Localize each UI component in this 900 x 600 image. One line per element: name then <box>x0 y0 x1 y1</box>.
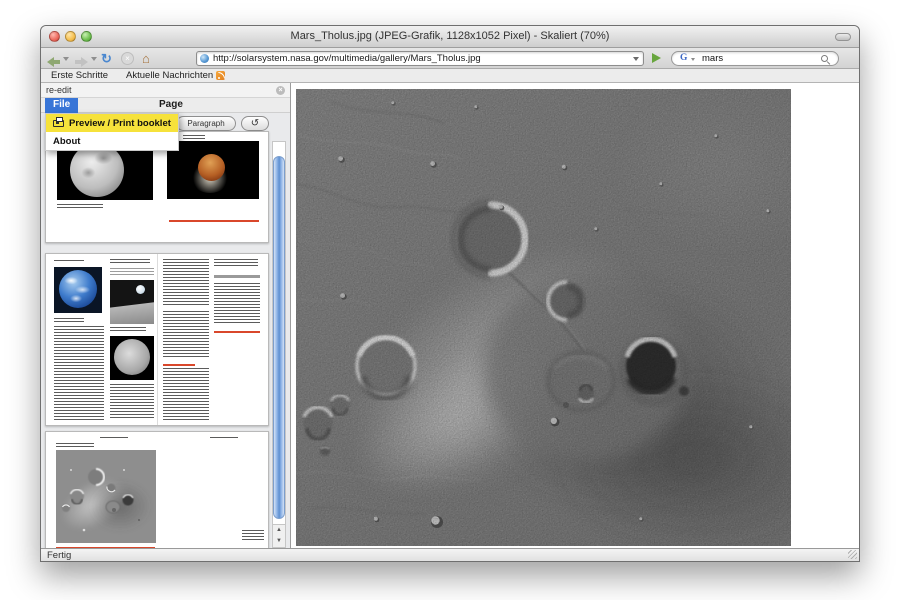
bookmarks-bar: Erste Schritte Aktuelle Nachrichten <box>41 69 859 83</box>
screen: Mars_Tholus.jpg (JPEG-Grafik, 1128x1052 … <box>0 0 900 600</box>
thumbnail-text-block <box>242 530 264 540</box>
booklet-page-2[interactable] <box>45 253 269 426</box>
printer-icon <box>53 120 64 127</box>
thumbnail-caption-text <box>54 318 84 322</box>
booklet-page-3[interactable] <box>45 431 269 548</box>
browser-window: Mars_Tholus.jpg (JPEG-Grafik, 1128x1052 … <box>40 25 860 562</box>
status-text: Fertig <box>47 550 71 561</box>
url-field[interactable]: http://solarsystem.nasa.gov/multimedia/g… <box>196 51 644 66</box>
thumbnail-caption-text <box>110 327 146 331</box>
search-input-value: mars <box>702 52 723 65</box>
red-rule <box>169 220 259 222</box>
thumbnail-caption-text <box>57 204 103 209</box>
scroll-down-arrow[interactable]: ▼ <box>273 536 285 547</box>
window-title: Mars_Tholus.jpg (JPEG-Grafik, 1128x1052 … <box>101 30 799 42</box>
title-bar: Mars_Tholus.jpg (JPEG-Grafik, 1128x1052 … <box>41 26 859 48</box>
search-field[interactable]: G mars <box>671 51 839 66</box>
resize-grip[interactable] <box>848 550 857 559</box>
forward-arrow-icon <box>75 54 88 64</box>
thumbnail-caption-text <box>56 443 94 447</box>
thumbnail-header-text <box>110 259 150 264</box>
red-rule <box>214 331 260 333</box>
url-history-dropdown-icon[interactable] <box>633 57 639 61</box>
sidebar-title: re-edit <box>46 85 72 95</box>
thumbnail-text-block <box>183 135 205 140</box>
red-text-rule <box>163 364 195 366</box>
menu-item-preview-print-booklet[interactable]: Preview / Print booklet <box>46 114 178 132</box>
menu-file[interactable]: File <box>45 98 78 113</box>
mars-thumb-svg <box>56 450 156 543</box>
thumbnail-header-text <box>214 259 258 267</box>
thumbnail-caption-text <box>54 260 84 263</box>
earth-photo <box>54 267 102 313</box>
earthrise-earth-image <box>136 285 145 294</box>
earth-image <box>59 270 97 308</box>
mars-tholus-image[interactable] <box>296 89 791 546</box>
bookmark-erste-schritte[interactable]: Erste Schritte <box>51 69 108 82</box>
go-button[interactable] <box>652 53 661 63</box>
sidebar-scrollbar-thumb[interactable] <box>273 156 285 519</box>
menu-page[interactable]: Page <box>153 98 189 113</box>
url-text: http://solarsystem.nasa.gov/multimedia/g… <box>213 52 629 65</box>
stop-icon: × <box>121 52 134 65</box>
sidebar-scrollbar-arrows: ▲ ▼ <box>272 524 286 548</box>
navigation-toolbar: ↻ × ⌂ http://solarsystem.nasa.gov/multim… <box>41 48 859 69</box>
forward-history-dropdown-icon[interactable] <box>91 57 97 61</box>
rss-feed-icon <box>216 71 225 80</box>
thumbnail-text-block <box>110 268 154 276</box>
forward-button[interactable] <box>75 51 97 66</box>
paragraph-button[interactable]: Paragraph <box>176 116 236 131</box>
back-button[interactable] <box>47 51 69 66</box>
thumbnail-text-block <box>163 368 209 420</box>
status-bar: Fertig <box>41 548 859 561</box>
lunar-eclipse-photo <box>167 141 259 199</box>
back-history-dropdown-icon[interactable] <box>63 57 69 61</box>
zoom-window-button[interactable] <box>81 31 92 42</box>
google-engine-icon: G <box>680 53 687 63</box>
lunar-horizon <box>110 302 154 324</box>
back-arrow-icon <box>47 54 60 64</box>
menu-item-about[interactable]: About <box>46 132 178 150</box>
thumbnail-header-text <box>210 437 238 440</box>
close-window-button[interactable] <box>49 31 60 42</box>
thumbnail-header-text <box>100 437 128 440</box>
reload-button[interactable]: ↻ <box>101 51 112 66</box>
sidebar-panel: re-edit × File Page Paragraph ↺ Preview … <box>41 83 291 548</box>
thumbnail-text-block <box>214 283 260 325</box>
mars-tholus-thumb-photo <box>56 450 156 543</box>
page-fold <box>157 254 158 425</box>
moon-photo-2 <box>110 336 154 380</box>
eclipse-moon-image <box>198 154 225 181</box>
site-globe-icon <box>200 54 209 63</box>
thumbnail-text-block <box>54 326 104 420</box>
toolbar-toggle-capsule[interactable] <box>835 33 851 41</box>
full-moon-image <box>70 143 124 197</box>
scroll-up-arrow[interactable]: ▲ <box>273 525 285 536</box>
home-button[interactable]: ⌂ <box>142 51 150 66</box>
moon-image <box>114 339 150 375</box>
sidebar-close-icon[interactable]: × <box>276 86 285 95</box>
minimize-window-button[interactable] <box>65 31 76 42</box>
file-menu-dropdown: Preview / Print booklet About <box>45 113 179 151</box>
bookmark-aktuelle-nachrichten[interactable]: Aktuelle Nachrichten <box>126 69 225 82</box>
search-engine-dropdown-icon[interactable] <box>691 58 695 61</box>
red-rule <box>56 547 155 548</box>
refresh-button[interactable]: ↺ <box>241 116 269 131</box>
sidebar-menubar: File Page <box>41 98 290 113</box>
thumbnail-text-block <box>110 384 154 420</box>
thumbnail-text-block <box>163 259 209 307</box>
earthrise-photo <box>110 280 154 324</box>
search-icon[interactable] <box>821 55 828 62</box>
page-content <box>291 83 859 548</box>
sidebar-header: re-edit × <box>41 83 290 98</box>
stop-button[interactable]: × <box>121 51 134 66</box>
thumbnail-text-block <box>163 311 209 359</box>
gray-divider <box>214 275 260 278</box>
